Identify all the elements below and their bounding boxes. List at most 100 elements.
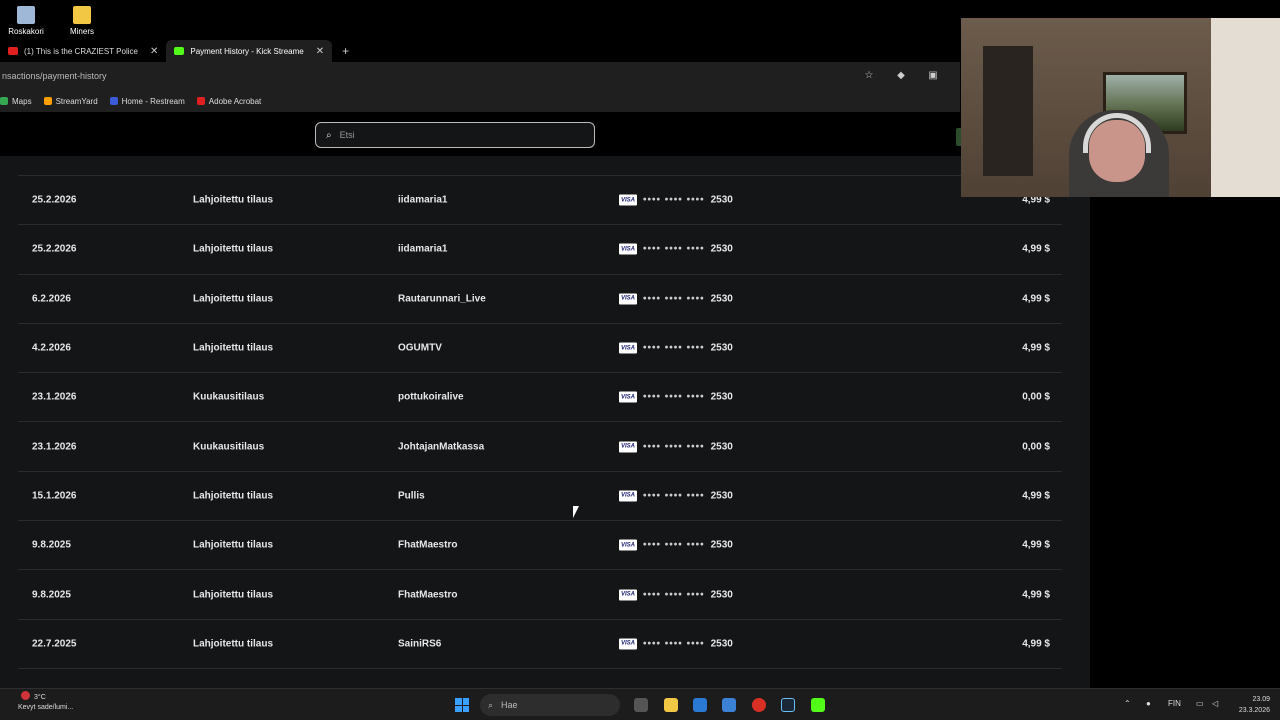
desktop-icon-roskakori[interactable]: Roskakori [8, 0, 44, 38]
bookmark-label: Adobe Acrobat [208, 96, 262, 106]
page-margin [1090, 116, 1280, 688]
card-mask: •••• •••• •••• [643, 194, 705, 206]
search-icon: ⌕ [326, 129, 332, 141]
top-nav: ⌕ Etsi [0, 116, 1090, 156]
payment-card: VISA •••• •••• •••• 2530 [619, 441, 733, 453]
payment-date: 9.8.2025 [32, 589, 71, 601]
recipient-name: JohtajanMatkassa [398, 441, 485, 453]
payment-amount: 0,00 $ [1022, 391, 1050, 403]
store-icon[interactable] [693, 698, 707, 712]
bookmark-item[interactable]: Maps [0, 97, 32, 106]
visa-icon: VISA [619, 638, 637, 650]
card-mask: •••• •••• •••• [643, 342, 705, 354]
table-row: 23.1.2026 Kuukausitilaus pottukoiralive VIS… [18, 373, 1062, 423]
bookmark-item[interactable]: StreamYard [43, 97, 98, 106]
payment-amount: 4,99 $ [1022, 490, 1050, 502]
close-icon[interactable]: ✕ [316, 46, 324, 57]
payment-date: 22.7.2025 [32, 638, 77, 650]
volume-icon[interactable]: ◁ [1212, 699, 1218, 708]
table-row: 25.2.2026 Lahjoitettu tilaus iidamaria1 VIS… [18, 225, 1062, 275]
url-field[interactable]: nsactions/payment-history [0, 71, 864, 81]
windows-start-icon[interactable] [455, 698, 469, 712]
card-last4: 2530 [710, 441, 733, 453]
youtube-icon [8, 47, 18, 55]
recipient-name: FhatMaestro [398, 589, 458, 601]
language-indicator[interactable]: FIN [1168, 699, 1181, 708]
visa-icon: VISA [619, 194, 637, 206]
card-last4: 2530 [710, 589, 733, 601]
table-row: 9.8.2025 Lahjoitettu tilaus FhatMaestro VIS… [18, 521, 1062, 571]
file-explorer-icon[interactable] [664, 698, 678, 712]
tray-chevron-icon[interactable]: ⌃ [1124, 699, 1131, 708]
recipient-name: iidamaria1 [398, 194, 448, 206]
kick-app-icon[interactable] [811, 698, 825, 712]
clock-time: 23.09 [1252, 696, 1270, 703]
bookmark-favicon-icon [0, 97, 8, 105]
extension-icon[interactable]: ◆ [896, 71, 906, 81]
mouse-cursor [573, 506, 579, 518]
visa-icon: VISA [619, 391, 637, 403]
card-mask: •••• •••• •••• [643, 638, 705, 650]
bookmark-item[interactable]: Home - Restream [109, 97, 185, 106]
payment-amount: 4,99 $ [1022, 342, 1050, 354]
table-row: 23.1.2026 Kuukausitilaus JohtajanMatkassa V… [18, 422, 1062, 472]
recipient-name: Rautarunnari_Live [398, 293, 486, 305]
star-icon[interactable]: ☆ [864, 71, 874, 81]
clock-date: 23.3.2026 [1238, 707, 1270, 714]
desktop-icon-label: Miners [69, 27, 94, 36]
weather-widget[interactable]: 3°C Kevyt sade/lumi... [18, 691, 73, 713]
bookmark-item[interactable]: Adobe Acrobat [196, 96, 262, 106]
visa-icon: VISA [619, 539, 637, 551]
new-tab-button[interactable]: + [332, 40, 359, 62]
close-icon[interactable]: ✕ [150, 46, 158, 57]
chrome-icon[interactable] [752, 698, 766, 712]
tab-youtube[interactable]: (1) This is the CRAZIEST Police ✕ [0, 40, 166, 62]
tab-title: (1) This is the CRAZIEST Police [24, 46, 138, 56]
payment-amount: 4,99 $ [1022, 243, 1050, 255]
table-row-partial [18, 156, 1062, 176]
browser-tab-bar: (1) This is the CRAZIEST Police ✕ Paymen… [0, 38, 960, 62]
search-input[interactable]: ⌕ Etsi [315, 122, 595, 148]
recipient-name: OGUMTV [398, 342, 442, 354]
table-row: 25.2.2026 Lahjoitettu tilaus iidamaria1 VIS… [18, 176, 1062, 226]
desktop-icon-miners[interactable]: Miners [64, 0, 100, 38]
card-mask: •••• •••• •••• [643, 391, 705, 403]
table-row: 9.8.2025 Lahjoitettu tilaus FhatMaestro VIS… [18, 570, 1062, 620]
recipient-name: FhatMaestro [398, 539, 458, 551]
task-view-icon[interactable] [634, 698, 648, 712]
puzzle-icon[interactable]: ▣ [928, 71, 938, 81]
payment-type: Kuukausitilaus [193, 441, 265, 453]
steam-icon[interactable] [781, 698, 795, 712]
webcam-overlay [961, 18, 1280, 197]
payment-date: 6.2.2026 [32, 293, 71, 305]
outlook-icon[interactable] [722, 698, 736, 712]
payment-amount: 4,99 $ [1022, 293, 1050, 305]
microphone-icon[interactable]: ● [1146, 699, 1151, 708]
payment-date: 23.1.2026 [32, 391, 77, 403]
payment-card: VISA •••• •••• •••• 2530 [619, 490, 733, 502]
table-row: 6.2.2026 Lahjoitettu tilaus Rautarunnari_L… [18, 275, 1062, 324]
payment-type: Lahjoitettu tilaus [193, 243, 273, 255]
payment-amount: 0,00 $ [1022, 441, 1050, 453]
table-row: 4.2.2026 Lahjoitettu tilaus OGUMTV VISA ••••… [18, 324, 1062, 374]
payment-date: 4.2.2026 [32, 342, 71, 354]
payment-amount: 4,99 $ [1022, 539, 1050, 551]
desktop-icon-label: Roskakori [8, 27, 44, 36]
card-mask: •••• •••• •••• [643, 589, 705, 601]
screen: Roskakori Miners (1) This is the CRAZIEST… [0, 0, 1280, 720]
payment-card: VISA •••• •••• •••• 2530 [619, 589, 733, 601]
payment-amount: 4,99 $ [1022, 589, 1050, 601]
taskbar-search-input[interactable]: ⌕ Hae [480, 694, 620, 716]
payment-type: Lahjoitettu tilaus [193, 342, 273, 354]
folder-icon [73, 6, 91, 24]
payment-date: 23.1.2026 [32, 441, 77, 453]
visa-icon: VISA [619, 342, 637, 354]
payment-type: Lahjoitettu tilaus [193, 490, 273, 502]
card-mask: •••• •••• •••• [643, 441, 705, 453]
table-row: 22.7.2025 Lahjoitettu tilaus SainiRS6 VISA •… [18, 620, 1062, 669]
payment-date: 15.1.2026 [32, 490, 77, 502]
network-icon[interactable]: ▭ [1196, 699, 1204, 708]
system-clock[interactable]: 23.09 23.3.2026 [1239, 694, 1270, 716]
table-row: 15.1.2026 Lahjoitettu tilaus Pullis VISA •••… [18, 472, 1062, 522]
tab-payment-history[interactable]: Payment History - Kick Streame ✕ [166, 40, 333, 62]
